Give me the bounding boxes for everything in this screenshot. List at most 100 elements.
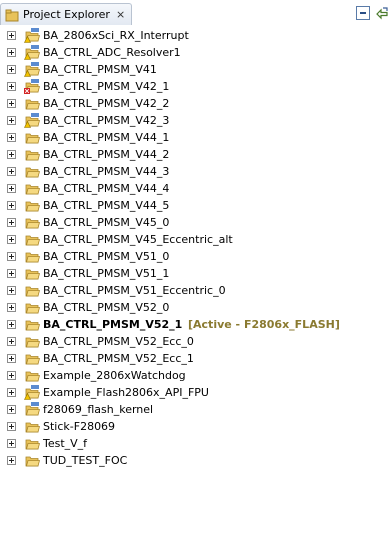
expand-icon[interactable]: [7, 150, 16, 159]
project-folder-icon: [25, 422, 40, 433]
project-name: f28069_flash_kernel: [43, 403, 154, 416]
tree-item-project[interactable]: BA_2806xSci_RX_Interrupt: [0, 27, 390, 44]
tree-item-project[interactable]: Stick-F28069: [0, 418, 390, 435]
tree-item-project[interactable]: BA_CTRL_PMSM_V44_4: [0, 180, 390, 197]
project-tree: BA_2806xSci_RX_Interrupt BA_CTRL_ADC_Reso…: [0, 27, 390, 469]
tree-item-project[interactable]: BA_CTRL_PMSM_V52_Ecc_1: [0, 350, 390, 367]
expand-icon[interactable]: [7, 235, 16, 244]
project-name: BA_CTRL_PMSM_V42_2: [43, 97, 170, 110]
tree-item-project[interactable]: f28069_flash_kernel: [0, 401, 390, 418]
expand-icon[interactable]: [7, 48, 16, 57]
tree-item-project[interactable]: BA_CTRL_PMSM_V42_2: [0, 95, 390, 112]
tree-item-project[interactable]: Example_Flash2806x_API_FPU: [0, 384, 390, 401]
project-folder-icon: [24, 113, 40, 128]
ccs-badge-icon: [31, 402, 39, 406]
expand-icon[interactable]: [7, 439, 16, 448]
project-name: BA_CTRL_PMSM_V44_4: [43, 182, 170, 195]
project-explorer-icon: [5, 8, 19, 22]
project-folder-icon: [25, 252, 40, 263]
ccs-badge-icon: [31, 79, 39, 83]
tree-item-project[interactable]: BA_CTRL_PMSM_V45_0: [0, 214, 390, 231]
project-folder-icon: [25, 99, 40, 110]
expand-icon[interactable]: [7, 99, 16, 108]
expand-icon[interactable]: [7, 456, 16, 465]
expand-icon[interactable]: [7, 82, 16, 91]
tree-item-project[interactable]: BA_CTRL_PMSM_V52_0: [0, 299, 390, 316]
tree-item-project[interactable]: BA_CTRL_PMSM_V42_1: [0, 78, 390, 95]
project-folder-icon: [25, 150, 40, 161]
ccs-badge-icon: [31, 62, 39, 66]
project-name: BA_CTRL_PMSM_V42_3: [43, 114, 170, 127]
tree-item-project[interactable]: BA_CTRL_PMSM_V45_Eccentric_alt: [0, 231, 390, 248]
project-name: BA_CTRL_PMSM_V45_0: [43, 216, 170, 229]
expand-icon[interactable]: [7, 320, 16, 329]
project-name: BA_CTRL_PMSM_V51_Eccentric_0: [43, 284, 226, 297]
project-name: BA_2806xSci_RX_Interrupt: [43, 29, 189, 42]
expand-icon[interactable]: [7, 201, 16, 210]
project-folder-icon: [25, 354, 40, 365]
close-icon[interactable]: ⨯: [116, 8, 125, 21]
project-name: BA_CTRL_PMSM_V51_0: [43, 250, 170, 263]
expand-icon[interactable]: [7, 167, 16, 176]
project-explorer-view: Project Explorer ⨯ BA_2806xSci_RX_Interr…: [0, 0, 390, 536]
ccs-badge-icon: [31, 28, 39, 32]
tree-item-project[interactable]: TUD_TEST_FOC: [0, 452, 390, 469]
project-folder-icon: [25, 269, 40, 280]
expand-icon[interactable]: [7, 116, 16, 125]
project-name: BA_CTRL_PMSM_V41: [43, 63, 157, 76]
expand-icon[interactable]: [7, 303, 16, 312]
expand-icon[interactable]: [7, 133, 16, 142]
link-with-editor-icon[interactable]: [375, 6, 389, 20]
project-folder-icon: [25, 286, 40, 297]
project-name: BA_CTRL_PMSM_V44_5: [43, 199, 170, 212]
tree-item-project[interactable]: BA_CTRL_PMSM_V52_Ecc_0: [0, 333, 390, 350]
tree-item-project[interactable]: Test_V_f: [0, 435, 390, 452]
project-name: BA_CTRL_PMSM_V44_2: [43, 148, 170, 161]
project-name: BA_CTRL_PMSM_V44_3: [43, 165, 170, 178]
collapse-all-icon[interactable]: [356, 6, 370, 20]
expand-icon[interactable]: [7, 252, 16, 261]
expand-icon[interactable]: [7, 286, 16, 295]
expand-icon[interactable]: [7, 388, 16, 397]
project-name: Example_Flash2806x_API_FPU: [43, 386, 209, 399]
project-folder-icon: [25, 320, 40, 331]
project-folder-icon: [25, 303, 40, 314]
project-name: Stick-F28069: [43, 420, 116, 433]
tree-item-project[interactable]: BA_CTRL_PMSM_V44_3: [0, 163, 390, 180]
project-folder-icon: [24, 62, 40, 77]
project-folder-icon: [24, 45, 40, 60]
expand-icon[interactable]: [7, 337, 16, 346]
project-folder-icon: [25, 439, 40, 450]
project-name: BA_CTRL_PMSM_V51_1: [43, 267, 170, 280]
tree-item-project[interactable]: Example_2806xWatchdog: [0, 367, 390, 384]
expand-icon[interactable]: [7, 31, 16, 40]
expand-icon[interactable]: [7, 371, 16, 380]
expand-icon[interactable]: [7, 218, 16, 227]
expand-icon[interactable]: [7, 405, 16, 414]
active-configuration-label: [Active - F2806x_FLASH]: [188, 318, 340, 331]
project-name: BA_CTRL_ADC_Resolver1: [43, 46, 181, 59]
tree-item-project[interactable]: BA_CTRL_PMSM_V51_Eccentric_0: [0, 282, 390, 299]
tree-item-project[interactable]: BA_CTRL_PMSM_V44_2: [0, 146, 390, 163]
expand-icon[interactable]: [7, 184, 16, 193]
expand-icon[interactable]: [7, 422, 16, 431]
project-name: BA_CTRL_PMSM_V44_1: [43, 131, 170, 144]
expand-icon[interactable]: [7, 354, 16, 363]
tree-item-project[interactable]: BA_CTRL_PMSM_V44_1: [0, 129, 390, 146]
project-folder-icon: [25, 133, 40, 144]
tree-item-project[interactable]: BA_CTRL_PMSM_V51_1: [0, 265, 390, 282]
tree-item-project[interactable]: BA_CTRL_ADC_Resolver1: [0, 44, 390, 61]
view-titlebar: Project Explorer ⨯: [0, 0, 390, 26]
expand-icon[interactable]: [7, 269, 16, 278]
project-folder-icon: [24, 28, 40, 43]
tree-item-project[interactable]: BA_CTRL_PMSM_V44_5: [0, 197, 390, 214]
tree-item-project[interactable]: BA_CTRL_PMSM_V41: [0, 61, 390, 78]
project-folder-icon: [25, 167, 40, 178]
tree-item-project[interactable]: BA_CTRL_PMSM_V52_1 [Active - F2806x_FLASH…: [0, 316, 390, 333]
project-name: Test_V_f: [43, 437, 88, 450]
tree-item-project[interactable]: BA_CTRL_PMSM_V42_3: [0, 112, 390, 129]
tab-project-explorer[interactable]: Project Explorer ⨯: [0, 3, 132, 25]
expand-icon[interactable]: [7, 65, 16, 74]
tree-item-project[interactable]: BA_CTRL_PMSM_V51_0: [0, 248, 390, 265]
project-name: BA_CTRL_PMSM_V52_Ecc_0: [43, 335, 194, 348]
